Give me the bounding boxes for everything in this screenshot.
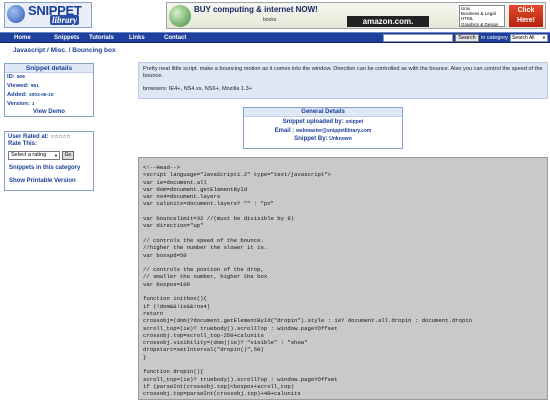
- id-value: 509: [16, 75, 25, 80]
- category-select-value: Search All: [512, 35, 535, 41]
- general-details-panel: General Details Snippet uploaded by: sni…: [243, 107, 403, 149]
- amazon-logo: amazon.com.: [347, 16, 429, 27]
- added-value: 2003-06-10: [28, 93, 54, 98]
- detail-viewed: Viewed: 951: [5, 82, 93, 91]
- chevron-down-icon: ▼: [542, 35, 546, 40]
- rating-select-value: Select a rating: [11, 152, 47, 158]
- description-text: Pretty neat little script. make a bounci…: [143, 66, 543, 79]
- breadcrumb[interactable]: Javascript / Misc. / Bouncing box: [13, 47, 116, 54]
- snippet-details-title: Snippet details: [5, 64, 93, 73]
- snippet-description: Pretty neat little script. make a bounci…: [138, 62, 548, 99]
- uploaded-by-line: Snippet uploaded by: snippet: [244, 117, 402, 127]
- general-details-title: General Details: [244, 108, 402, 117]
- rate-this-label: Rate This:: [8, 141, 38, 147]
- site-header: SNIPPET library BUY computing & internet…: [0, 0, 550, 31]
- code-text: <!--Head--> <script language="JavaScript…: [143, 164, 472, 398]
- nav-tutorials[interactable]: Tutorials: [89, 34, 114, 42]
- version-value: 1: [31, 102, 35, 107]
- email-line: Email : webmaster@snippetlibrary.com: [244, 127, 402, 135]
- banner-books-text: books: [263, 17, 277, 23]
- browser-support: browsers: IE4+, NS4.xx, NS6+, Mozilla 1.…: [143, 86, 252, 92]
- banner-category-list: Unix Business & Legal HTML Graphics & De…: [459, 5, 505, 27]
- email-link[interactable]: webmaster@snippetlibrary.com: [296, 128, 371, 134]
- nav-contact[interactable]: Contact: [164, 34, 186, 42]
- logo-orb-icon: [7, 5, 25, 23]
- banner-click-button[interactable]: Click Here!: [509, 5, 543, 27]
- view-demo-link[interactable]: View Demo: [5, 109, 93, 116]
- snippet-details-panel: Snippet details ID: 509 Viewed: 951 Added:…: [4, 63, 94, 117]
- user-rated-label: User Rated at:: [8, 134, 49, 140]
- rating-panel: User Rated at: ☆☆☆☆☆ Rate This: Select a…: [4, 131, 94, 191]
- in-category-label: in category: [481, 35, 508, 41]
- logo-word-library: library: [50, 15, 80, 25]
- detail-version: Version: 1: [5, 100, 93, 109]
- email-label: Email :: [274, 128, 295, 134]
- added-label: Added:: [7, 92, 27, 98]
- snippets-in-category-link[interactable]: Snippets in this category: [9, 165, 80, 171]
- globe-icon: [169, 5, 191, 27]
- snippet-by-value: Unknown: [329, 136, 352, 142]
- detail-id: ID: 509: [5, 73, 93, 82]
- snippet-by-line: Snippet By: Unknown: [244, 135, 402, 144]
- uploaded-by-label: Snippet uploaded by:: [282, 119, 344, 125]
- nav-home[interactable]: Home: [14, 34, 31, 42]
- uploaded-by-value[interactable]: snippet: [345, 119, 363, 125]
- viewed-label: Viewed:: [7, 83, 29, 89]
- ad-banner[interactable]: BUY computing & internet NOW! books amaz…: [166, 2, 546, 29]
- printable-version-link[interactable]: Show Printable Version: [9, 178, 76, 184]
- version-label: Version:: [7, 101, 30, 107]
- chevron-down-icon: ▼: [54, 153, 58, 158]
- snippet-by-label: Snippet By:: [294, 136, 328, 142]
- nav-links[interactable]: Links: [129, 34, 145, 42]
- user-rated-line: User Rated at: ☆☆☆☆☆: [8, 134, 90, 141]
- nav-bar: Home Snippets Tutorials Links Contact Se…: [0, 32, 550, 43]
- nav-snippets[interactable]: Snippets: [54, 34, 79, 42]
- detail-added: Added: 2003-06-10: [5, 91, 93, 100]
- rating-go-button[interactable]: Go: [62, 151, 74, 160]
- id-label: ID:: [7, 74, 15, 80]
- star-rating-icon: ☆☆☆☆☆: [50, 134, 71, 140]
- search-button[interactable]: Search: [455, 34, 479, 42]
- code-block[interactable]: <!--Head--> <script language="JavaScript…: [138, 157, 548, 400]
- search-input[interactable]: [383, 34, 453, 42]
- banner-headline: BUY computing & internet NOW!: [194, 5, 318, 14]
- banner-category: Graphics & Design: [461, 21, 499, 27]
- site-logo[interactable]: SNIPPET library: [4, 2, 92, 28]
- viewed-value: 951: [30, 84, 39, 89]
- category-select[interactable]: Search All ▼: [510, 34, 548, 42]
- rating-select[interactable]: Select a rating ▼: [8, 151, 60, 160]
